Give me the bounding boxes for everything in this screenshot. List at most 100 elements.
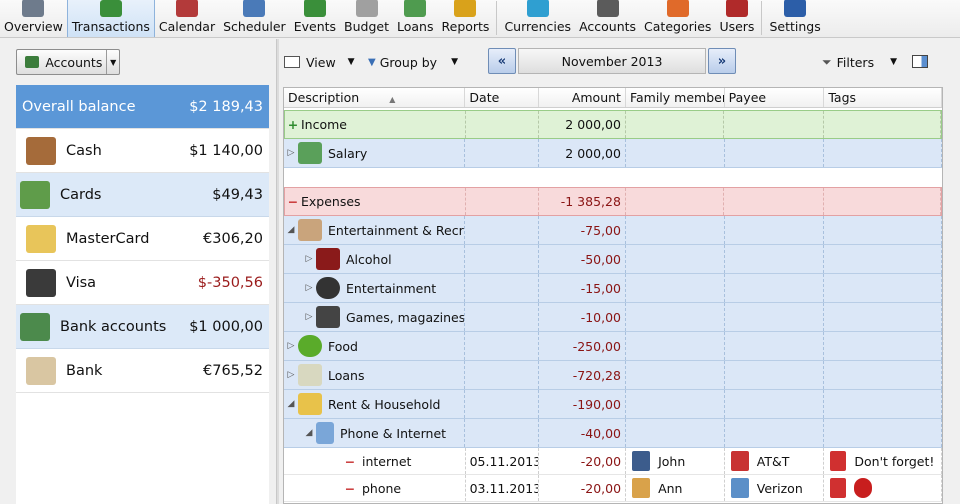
category-phone-row[interactable]: ◢ Phone & Internet -40,00: [284, 419, 942, 448]
toolbar-button-reports[interactable]: Reports: [438, 0, 494, 37]
group-by-icon: ▼: [368, 56, 376, 68]
telephone-icon: [730, 451, 749, 471]
toolbar-button-scheduler[interactable]: Scheduler: [219, 0, 290, 37]
group-by-label: Group by: [379, 54, 438, 70]
budget-icon: [355, 0, 378, 17]
collapse-arrow-icon[interactable]: ◢: [284, 225, 298, 235]
expand-arrow-icon[interactable]: ▷: [302, 283, 316, 293]
transaction-description: internet: [362, 453, 412, 469]
coffee-cup-icon: [298, 219, 322, 241]
toolbar-button-label: Loans: [397, 19, 434, 34]
account-row-visa[interactable]: Visa $-350,56: [16, 261, 269, 305]
sort-asc-icon: ▲: [389, 95, 396, 104]
toolbar-button-accounts[interactable]: Accounts: [575, 0, 640, 37]
toolbar-button-label: Settings: [769, 19, 821, 34]
toolbar-button-label: Events: [293, 19, 337, 34]
filters-label: Filters: [836, 54, 875, 70]
column-payee[interactable]: Payee: [725, 88, 825, 107]
toolbar-button-loans[interactable]: Loans: [393, 0, 438, 37]
funnel-icon: ⏷: [822, 54, 832, 69]
account-name: Visa: [66, 274, 97, 291]
toolbar-separator: [761, 1, 763, 35]
collapse-arrow-icon[interactable]: ◢: [284, 399, 298, 409]
toolbar-button-events[interactable]: Events: [290, 0, 340, 37]
expand-arrow-icon[interactable]: ▷: [284, 341, 298, 351]
categories-icon: [666, 0, 689, 17]
category-food-row[interactable]: ▷ Food -250,00: [284, 332, 942, 361]
overall-balance-row[interactable]: Overall balance $2 189,43: [16, 85, 269, 129]
category-rent-row[interactable]: ◢ Rent & Household -190,00: [284, 390, 942, 419]
pushpin-icon: [830, 478, 847, 498]
expand-arrow-icon[interactable]: ▷: [284, 370, 298, 380]
transaction-amount: -20,00: [539, 448, 627, 474]
bowling-ball-icon: [316, 277, 340, 299]
transaction-description: phone: [362, 480, 402, 496]
toolbar-button-budget[interactable]: Budget: [340, 0, 393, 37]
account-row-bank[interactable]: Bank €765,52: [16, 349, 269, 393]
pushpin-icon: [830, 451, 847, 471]
toolbar-button-transactions[interactable]: Transactions: [66, 0, 155, 37]
account-balance: $49,43: [212, 186, 263, 203]
column-amount[interactable]: Amount: [539, 88, 626, 107]
filters-dropdown[interactable]: ⏷ Filters ▼: [822, 50, 897, 74]
group-by-dropdown[interactable]: ▼ Group by ▼: [368, 50, 458, 74]
expand-arrow-icon[interactable]: ▷: [284, 148, 298, 158]
account-row-cards[interactable]: Cards $49,43: [16, 173, 269, 217]
toolbar-button-currencies[interactable]: Currencies: [500, 0, 575, 37]
settings-icon: [784, 0, 807, 17]
wine-glass-icon: [316, 248, 340, 270]
expenses-row[interactable]: − Expenses -1 385,28: [284, 187, 942, 216]
accounts-button-label: Accounts: [45, 54, 103, 70]
loans-icon: [404, 0, 427, 17]
accounts-icon: [596, 0, 619, 17]
toolbar-button-label: Calendar: [158, 19, 216, 34]
expand-arrow-icon[interactable]: ▷: [302, 254, 316, 264]
account-row-mastercard[interactable]: MasterCard €306,20: [16, 217, 269, 261]
toolbar-button-label: Currencies: [504, 19, 572, 34]
lightning-icon: [298, 393, 322, 415]
tag-label: Don't forget!: [854, 453, 935, 469]
panel-toggle-icon[interactable]: [912, 55, 928, 68]
currencies-icon: [526, 0, 549, 17]
toolbar-button-calendar[interactable]: Calendar: [155, 0, 219, 37]
panel-splitter[interactable]: [276, 39, 279, 504]
toolbar-button-label: Accounts: [579, 19, 637, 34]
column-date[interactable]: Date: [465, 88, 540, 107]
users-icon: [725, 0, 748, 17]
account-name: Bank: [66, 362, 103, 379]
category-label: Phone & Internet: [340, 425, 447, 441]
toolbar-button-settings[interactable]: Settings: [765, 0, 824, 37]
payee: AT&T: [756, 453, 790, 469]
column-family-member[interactable]: Family member: [626, 88, 725, 107]
chevron-down-icon[interactable]: ▼: [106, 50, 119, 74]
account-row-cash[interactable]: Cash $1 140,00: [16, 129, 269, 173]
toolbar-button-categories[interactable]: Categories: [640, 0, 715, 37]
column-tags[interactable]: Tags: [824, 88, 942, 107]
transaction-row[interactable]: − phone 03.11.2013 -20,00 Ann Verizon: [284, 475, 942, 502]
toolbar-button-users[interactable]: Users: [715, 0, 758, 37]
collapse-arrow-icon[interactable]: ◢: [302, 428, 316, 438]
view-dropdown[interactable]: View ▼: [284, 50, 355, 74]
account-row-bank-accounts[interactable]: Bank accounts $1 000,00: [16, 305, 269, 349]
expand-arrow-icon[interactable]: ▷: [302, 312, 316, 322]
warning-icon: [854, 478, 873, 498]
category-entertainment-sub-row[interactable]: ▷ Entertainment -15,00: [284, 274, 942, 303]
category-loans-row[interactable]: ▷ Loans -720,28: [284, 361, 942, 390]
category-label: Entertainment: [346, 280, 437, 296]
next-month-button[interactable]: »: [708, 48, 736, 74]
transaction-row[interactable]: − internet 05.11.2013 -20,00 John AT&T Do…: [284, 448, 942, 475]
bank-accounts-icon: [20, 312, 50, 341]
category-games-row[interactable]: ▷ Games, magazines, -10,00: [284, 303, 942, 332]
accounts-dropdown-button[interactable]: Accounts ▼: [16, 49, 120, 75]
column-description[interactable]: Description ▲: [284, 88, 466, 107]
category-alcohol-row[interactable]: ▷ Alcohol -50,00: [284, 245, 942, 274]
salary-row[interactable]: ▷ Salary 2 000,00: [284, 139, 942, 168]
transaction-date: 05.11.2013: [466, 448, 540, 474]
month-selector[interactable]: November 2013: [518, 48, 706, 74]
category-entertainment-row[interactable]: ◢ Entertainment & Recreation -75,00: [284, 216, 942, 245]
user-john-icon: [632, 451, 651, 471]
calendar-icon: [176, 0, 198, 17]
toolbar-button-overview[interactable]: Overview: [0, 0, 67, 37]
previous-month-button[interactable]: «: [488, 48, 516, 74]
income-row[interactable]: + Income 2 000,00: [284, 110, 942, 139]
